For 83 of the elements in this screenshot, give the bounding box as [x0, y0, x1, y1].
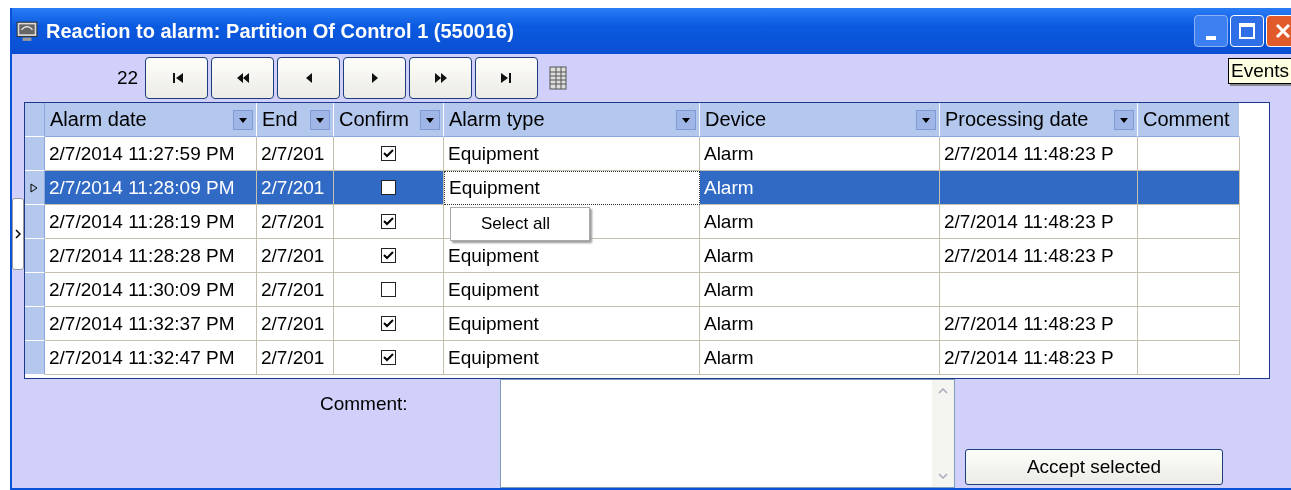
minimize-button[interactable] — [1194, 15, 1228, 47]
table-cell: 2/7/201 — [256, 205, 334, 239]
row-header[interactable] — [24, 341, 45, 375]
checkbox[interactable] — [380, 248, 396, 263]
column-header[interactable]: Alarm date — [44, 103, 257, 137]
table-cell: 2/7/201 — [256, 273, 334, 307]
table-cell: Alarm — [699, 171, 940, 205]
table-cell: 2/7/2014 11:32:37 PM — [44, 307, 257, 341]
column-header-label: Alarm date — [49, 108, 148, 131]
column-header-label: Confirm — [338, 108, 410, 131]
minimize-icon — [1206, 36, 1216, 40]
forward-icon — [433, 71, 448, 85]
column-header[interactable]: Comment — [1137, 103, 1240, 137]
last-icon — [499, 71, 514, 85]
navigation-button[interactable] — [145, 57, 209, 99]
maximize-icon — [1238, 22, 1256, 40]
column-header[interactable]: Alarm type — [443, 103, 700, 137]
row-header[interactable] — [24, 239, 45, 273]
table-cell: Equipment — [443, 171, 700, 205]
comment-label: Comment: — [320, 393, 409, 416]
table-cell: Alarm — [699, 341, 940, 375]
table-cell: 2/7/2014 11:32:47 PM — [44, 341, 257, 375]
column-header-label: Comment — [1142, 108, 1231, 131]
table-cell: 2/7/201 — [256, 171, 334, 205]
side-expand-tab[interactable] — [12, 198, 24, 270]
table-cell: 2/7/2014 11:28:09 PM — [44, 171, 257, 205]
checkbox[interactable] — [380, 180, 396, 195]
table-cell: Alarm — [699, 205, 940, 239]
current-row-icon — [30, 182, 39, 193]
table-cell: Equipment — [443, 341, 700, 375]
table-cell: Alarm — [699, 239, 940, 273]
maximize-button[interactable] — [1230, 15, 1264, 47]
table-cell: Equipment — [443, 307, 700, 341]
column-header-label: End — [261, 108, 299, 131]
tooltip: Events — [1228, 58, 1291, 84]
column-header[interactable]: Processing date — [939, 103, 1138, 137]
navigation-button[interactable] — [211, 57, 275, 99]
column-header-label: Alarm type — [448, 108, 546, 131]
row-header[interactable] — [24, 171, 45, 205]
table-cell: 2/7/2014 11:48:23 P — [939, 239, 1138, 273]
table-cell: 2/7/2014 11:48:23 P — [939, 341, 1138, 375]
row-header[interactable] — [24, 205, 45, 239]
row-header-corner — [24, 103, 45, 137]
table-icon[interactable] — [549, 66, 568, 90]
table-cell: 2/7/2014 11:48:23 P — [939, 205, 1138, 239]
table-cell: 2/7/2014 11:30:09 PM — [44, 273, 257, 307]
navigation-button[interactable] — [475, 57, 539, 99]
column-header[interactable]: Confirm — [333, 103, 444, 137]
close-button[interactable] — [1266, 15, 1291, 47]
navigation-button[interactable] — [343, 57, 407, 99]
table-cell: 2/7/201 — [256, 307, 334, 341]
table-cell: 2/7/2014 11:28:19 PM — [44, 205, 257, 239]
column-header[interactable]: Device — [699, 103, 940, 137]
row-header[interactable] — [24, 307, 45, 341]
row-header[interactable] — [24, 273, 45, 307]
checkbox[interactable] — [380, 146, 396, 161]
chevron-right-icon — [15, 229, 21, 239]
checkbox[interactable] — [380, 350, 396, 365]
table-cell: 2/7/2014 11:48:23 P — [939, 307, 1138, 341]
record-count: 22 — [117, 67, 139, 89]
accept-selected-button[interactable]: Accept selected — [965, 449, 1223, 485]
column-header[interactable]: End — [256, 103, 334, 137]
close-icon — [1274, 22, 1291, 40]
navigation-button[interactable] — [277, 57, 341, 99]
checkbox[interactable] — [380, 282, 396, 297]
column-header-label: Processing date — [944, 108, 1090, 131]
table-cell: Equipment — [443, 137, 700, 171]
table-cell: Alarm — [699, 307, 940, 341]
table-cell: Equipment — [443, 273, 700, 307]
window-title: Reaction to alarm: Partition Of Control 1 (550016) — [46, 19, 514, 43]
comment-field[interactable] — [500, 379, 955, 488]
table-cell: Alarm — [699, 273, 940, 307]
table-cell: 2/7/201 — [256, 341, 334, 375]
column-header-label: Device — [704, 108, 768, 131]
rewind-icon — [235, 71, 250, 85]
navigation-button[interactable] — [409, 57, 473, 99]
row-header[interactable] — [24, 137, 45, 171]
checkbox[interactable] — [380, 316, 396, 331]
table-cell: 2/7/2014 11:28:28 PM — [44, 239, 257, 273]
checkbox[interactable] — [380, 214, 396, 229]
menu-item[interactable]: Select all — [450, 214, 589, 234]
table-cell: 2/7/201 — [256, 239, 334, 273]
monitor-icon — [16, 20, 38, 42]
